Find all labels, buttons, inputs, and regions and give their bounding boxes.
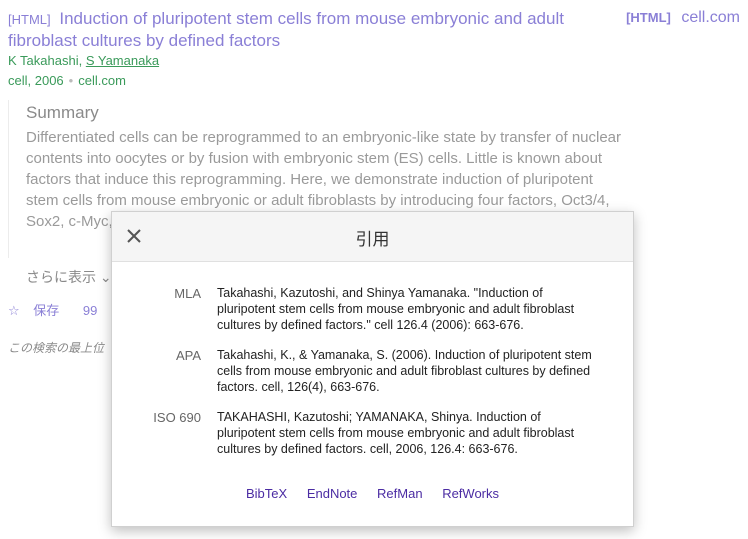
side-format-tag: [HTML] xyxy=(626,10,671,25)
author-name: K Takahashi xyxy=(8,53,79,68)
quote-icon: 99 xyxy=(82,303,98,318)
citation-style-label: MLA xyxy=(174,286,201,301)
citation-text[interactable]: Takahashi, K., & Yamanaka, S. (2006). In… xyxy=(217,347,602,395)
authors: K Takahashi, S Yamanaka xyxy=(8,53,160,68)
export-endnote-link[interactable]: EndNote xyxy=(307,486,358,501)
result-title: [HTML] Induction of pluripotent stem cel… xyxy=(8,8,608,51)
star-icon: ☆ xyxy=(8,303,20,318)
show-more-button[interactable]: さらに表示 ⌄ xyxy=(26,267,112,287)
citation-list: MLA Takahashi, Kazutoshi, and Shinya Yam… xyxy=(112,285,633,471)
summary-heading: Summary xyxy=(26,103,99,122)
title-format-tag: [HTML] xyxy=(8,12,51,27)
citation-row-mla: MLA Takahashi, Kazutoshi, and Shinya Yam… xyxy=(112,285,633,333)
side-domain: cell.com xyxy=(681,9,740,26)
venue-domain: cell.com xyxy=(78,73,126,88)
chevron-down-icon: ⌄ xyxy=(99,269,112,285)
show-more-label: さらに表示 xyxy=(26,269,96,285)
cite-dialog: 引用 MLA Takahashi, Kazutoshi, and Shinya … xyxy=(111,211,634,527)
author-link[interactable]: S Yamanaka xyxy=(86,53,159,68)
venue-year: cell, 2006 xyxy=(8,73,64,88)
export-bibtex-link[interactable]: BibTeX xyxy=(246,486,287,501)
citation-style-label: ISO 690 xyxy=(153,410,201,425)
separator-dot: • xyxy=(68,73,74,88)
citation-row-iso690: ISO 690 TAKAHASHI, Kazutoshi; YAMANAKA, … xyxy=(112,409,633,457)
side-full-text-link[interactable]: [HTML] cell.com xyxy=(626,9,740,27)
citation-row-apa: APA Takahashi, K., & Yamanaka, S. (2006)… xyxy=(112,347,633,395)
dialog-header: 引用 xyxy=(112,212,633,262)
save-label: 保存 xyxy=(33,303,60,318)
citation-style-label: APA xyxy=(175,348,201,363)
export-refworks-link[interactable]: RefWorks xyxy=(442,486,499,501)
export-links: BibTeX EndNote RefMan RefWorks xyxy=(112,486,633,501)
publication-info: cell, 2006 • cell.com xyxy=(8,73,126,88)
result-title-link[interactable]: Induction of pluripotent stem cells from… xyxy=(8,9,564,50)
citation-text[interactable]: TAKAHASHI, Kazutoshi; YAMANAKA, Shinya. … xyxy=(217,409,602,457)
dialog-title: 引用 xyxy=(355,230,390,249)
export-refman-link[interactable]: RefMan xyxy=(377,486,423,501)
citation-text[interactable]: Takahashi, Kazutoshi, and Shinya Yamanak… xyxy=(217,285,602,333)
save-button[interactable]: ☆ 保存 xyxy=(8,303,69,318)
result-footnote: この検索の最上位 xyxy=(8,341,105,355)
